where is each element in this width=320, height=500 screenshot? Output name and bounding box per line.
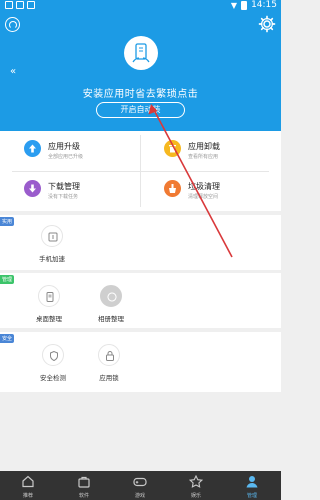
app-upgrade-item[interactable]: 应用升级 全部应用已升级 [0,131,140,171]
phone-hand-icon [132,43,150,63]
section-practical: 实用 手机加速 [0,215,281,270]
tool-label: 手机加速 [39,255,65,263]
feature-title: 下载管理 [48,182,80,191]
system-status: ▼ 14:15 [231,0,277,10]
album-organize-tool[interactable]: 相册整理 [85,285,137,323]
section-tag: 管理 [0,275,15,284]
trash-icon [164,140,181,157]
desktop-icon [38,285,60,307]
notification-icons [5,1,35,9]
bottom-tab-bar: 推荐 软件 游戏 娱乐 管理 [0,471,281,500]
tab-manage[interactable]: 管理 [224,471,280,500]
tab-software[interactable]: 软件 [56,471,112,500]
section-tag: 安全 [0,334,15,343]
tab-recommend[interactable]: 推荐 [0,471,56,500]
feature-title: 垃圾清理 [188,182,220,191]
feature-subtitle: 查看所有应用 [188,154,219,160]
tab-label: 软件 [78,493,89,499]
tool-label: 相册整理 [98,315,124,323]
tool-label: 安全检测 [40,374,66,382]
home-icon [22,475,34,488]
broom-icon [164,180,181,197]
tool-label: 桌面整理 [36,315,62,323]
user-avatar-icon[interactable] [5,17,20,32]
app-lock-tool[interactable]: 应用锁 [83,344,135,382]
gear-icon[interactable] [258,15,276,33]
section-manage: 管理 桌面整理 相册整理 [0,273,281,328]
download-icon [24,180,41,197]
desktop-organize-tool[interactable]: 桌面整理 [23,285,75,323]
feature-subtitle: 全部应用已升级 [48,154,84,160]
shield-icon [42,344,64,366]
auto-install-illustration [124,36,158,70]
notification-icon [16,1,24,9]
tab-label: 推荐 [22,493,33,499]
tool-label: 应用锁 [99,374,119,382]
star-icon [189,475,203,488]
security-check-tool[interactable]: 安全检测 [27,344,79,382]
hero-title: 安装应用时省去繁琐点击 [82,89,199,100]
tab-label: 游戏 [134,493,145,499]
album-icon [100,285,122,307]
upload-icon [24,140,41,157]
enable-auto-install-button[interactable]: 开启自动装 [96,102,185,118]
lock-icon [98,344,120,366]
header: ▼ 14:15 « 安装应用时省去繁琐点击 开启自动装 [0,0,281,131]
notification-icon [27,1,35,9]
status-bar: ▼ 14:15 [0,0,281,12]
clock: 14:15 [251,0,277,10]
tab-games[interactable]: 游戏 [112,471,168,500]
tab-entertainment[interactable]: 娱乐 [168,471,224,500]
feature-title: 应用卸载 [188,142,220,151]
junk-clean-item[interactable]: 垃圾清理 清理释放空间 [140,171,280,211]
feature-subtitle: 没有下载任务 [48,194,79,200]
back-arrows-icon[interactable]: « [10,66,16,77]
download-manager-item[interactable]: 下载管理 没有下载任务 [0,171,140,211]
tab-label: 娱乐 [190,493,201,499]
speedup-icon [41,225,63,247]
tab-label: 管理 [246,493,257,499]
person-icon [246,476,258,488]
phone-speedup-tool[interactable]: 手机加速 [26,225,78,263]
notification-icon [5,1,13,9]
gamepad-icon [133,477,147,487]
feature-grid: 应用升级 全部应用已升级 应用卸载 查看所有应用 下载管理 没有下载任务 垃圾清… [0,131,281,211]
section-security: 安全 安全检测 应用锁 [0,332,281,392]
section-tag: 实用 [0,217,15,226]
feature-title: 应用升级 [48,142,80,151]
bag-icon [78,476,90,488]
battery-icon [241,0,248,10]
wifi-icon: ▼ [230,0,238,10]
app-uninstall-item[interactable]: 应用卸载 查看所有应用 [140,131,280,171]
feature-subtitle: 清理释放空间 [188,194,219,200]
